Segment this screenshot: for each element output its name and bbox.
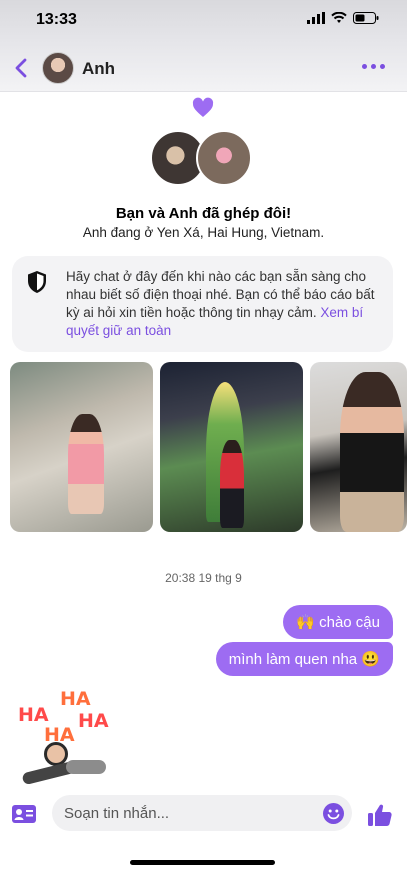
status-icons xyxy=(307,12,379,24)
back-icon[interactable] xyxy=(12,56,32,80)
message-timestamp: 20:38 19 thg 9 xyxy=(165,571,242,585)
contact-name[interactable]: Anh xyxy=(82,59,115,79)
match-title: Bạn và Anh đã ghép đôi! xyxy=(115,205,292,222)
match-avatars xyxy=(150,130,254,188)
haha-sticker[interactable]: HA HA HA HA xyxy=(16,684,126,786)
sent-message-bubble[interactable]: 🙌 chào cậu xyxy=(283,605,393,639)
sticker-text: HA xyxy=(18,704,49,726)
match-location: Anh đang ở Yen Xá, Hai Hung, Vietnam. xyxy=(82,225,325,240)
contact-card-icon[interactable] xyxy=(12,805,36,823)
safety-card: Hãy chat ở đây đến khi nào các bạn sẵn s… xyxy=(12,256,393,352)
sticker-text: HA xyxy=(78,710,109,732)
heart-icon xyxy=(192,97,214,117)
status-time: 13:33 xyxy=(36,11,77,28)
thumbs-up-icon[interactable] xyxy=(367,802,393,828)
chat-header: Anh xyxy=(0,44,407,92)
signal-icon xyxy=(307,12,325,24)
message-input[interactable] xyxy=(52,795,352,831)
contact-avatar[interactable] xyxy=(42,52,74,84)
shield-icon xyxy=(28,271,46,293)
match-avatar[interactable] xyxy=(196,130,252,186)
sticker-text: HA xyxy=(60,688,91,710)
emoji-icon[interactable] xyxy=(323,803,344,824)
profile-photo[interactable] xyxy=(160,362,303,532)
battery-icon xyxy=(353,12,379,24)
sent-message-bubble[interactable]: mình làm quen nha 😃 xyxy=(215,642,393,676)
profile-photo[interactable] xyxy=(310,362,407,532)
photo-carousel[interactable] xyxy=(10,362,407,532)
profile-photo[interactable] xyxy=(10,362,153,532)
home-indicator xyxy=(130,860,275,865)
status-bar: 13:33 xyxy=(0,0,407,44)
message-composer xyxy=(0,784,407,872)
wifi-icon xyxy=(331,12,347,23)
more-options-icon[interactable] xyxy=(362,64,385,69)
